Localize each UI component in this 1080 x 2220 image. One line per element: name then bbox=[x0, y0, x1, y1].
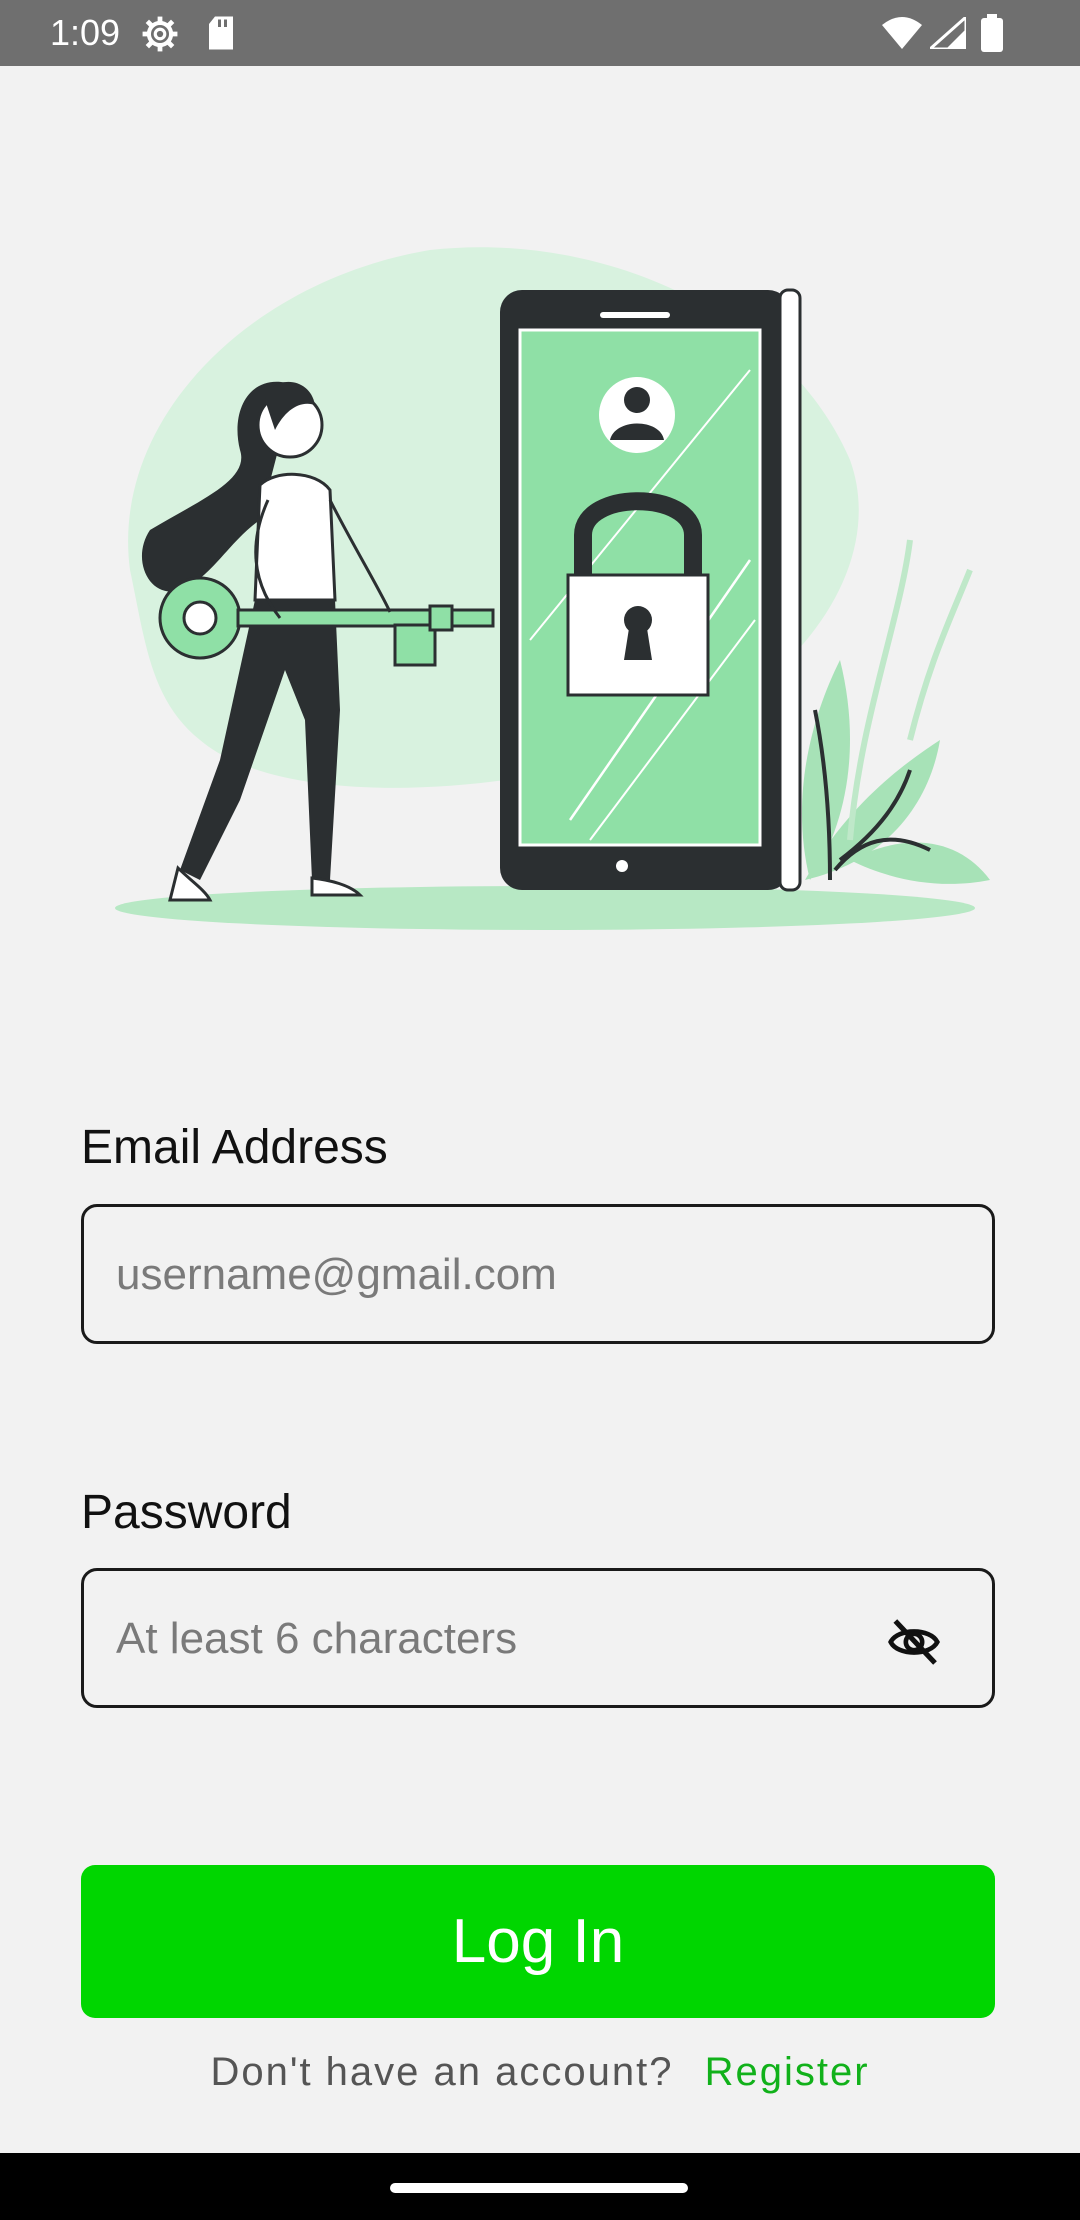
email-field-container[interactable] bbox=[81, 1204, 995, 1344]
navigation-bar bbox=[0, 2153, 1080, 2220]
register-link[interactable]: Register bbox=[705, 2050, 870, 2094]
register-row: Don't have an account? Register bbox=[0, 2050, 1080, 2095]
settings-icon bbox=[142, 16, 178, 52]
home-gesture-handle[interactable] bbox=[390, 2183, 688, 2193]
wifi-icon bbox=[882, 17, 922, 49]
password-input[interactable] bbox=[114, 1571, 898, 1707]
sd-card-icon bbox=[209, 16, 233, 50]
battery-icon bbox=[981, 14, 1003, 52]
email-label: Email Address bbox=[81, 1121, 388, 1174]
email-input[interactable] bbox=[114, 1207, 898, 1343]
status-time: 1:09 bbox=[50, 12, 121, 53]
security-login-illustration bbox=[115, 247, 990, 930]
login-button[interactable]: Log In bbox=[81, 1865, 995, 2018]
signal-icon bbox=[930, 17, 966, 49]
register-prompt: Don't have an account? bbox=[210, 2050, 674, 2094]
password-label: Password bbox=[81, 1486, 292, 1539]
status-bar: 1:09 bbox=[0, 0, 1080, 66]
password-field-container[interactable] bbox=[81, 1568, 995, 1708]
eye-off-icon[interactable] bbox=[886, 1614, 942, 1670]
